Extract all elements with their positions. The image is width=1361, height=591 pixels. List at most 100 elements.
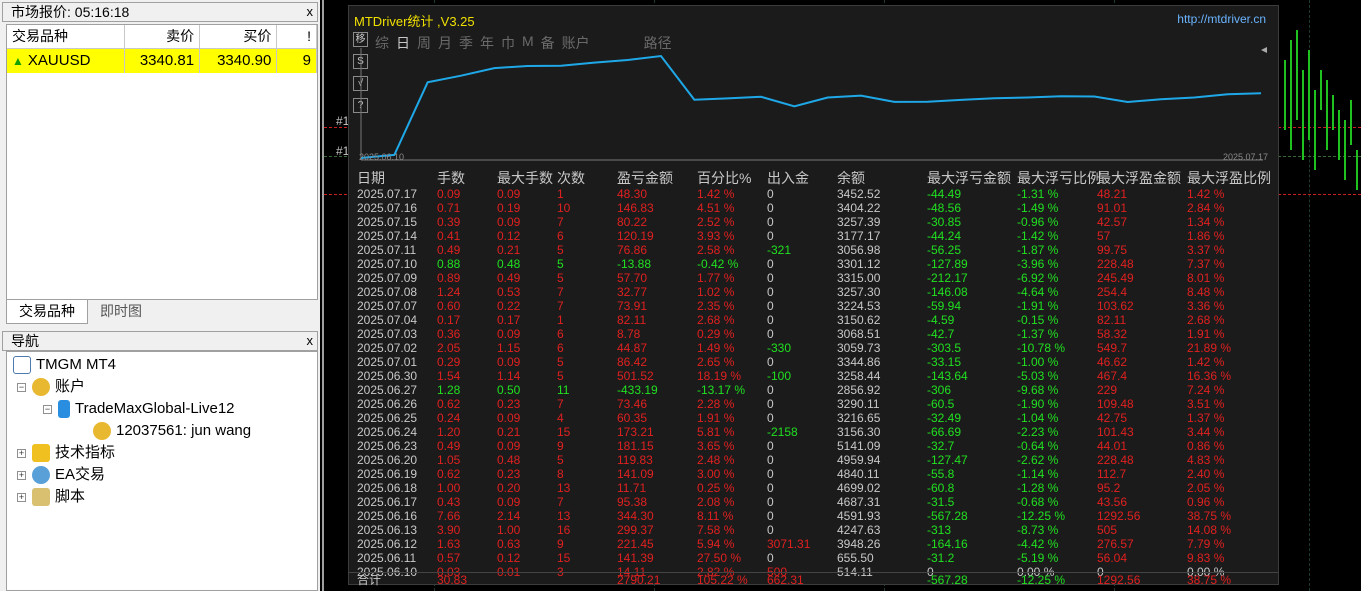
cell-balance: 3150.62: [837, 313, 881, 327]
cell-count: 16: [557, 523, 571, 537]
indicator-icon: [32, 444, 50, 462]
cell-max-float-loss-pct: -1.90 %: [1017, 397, 1059, 411]
column-header: 最大浮亏金额: [927, 170, 1011, 186]
curve-end-marker: [1261, 47, 1267, 53]
cell-deposit: 3071.31: [767, 537, 811, 551]
server-icon: [58, 400, 70, 418]
collapse-icon[interactable]: −: [17, 382, 26, 392]
cell-max-float-loss-pct: -9.68 %: [1017, 383, 1059, 397]
cell-lots: 0.89: [437, 271, 461, 285]
cell-count: 7: [557, 215, 564, 229]
tree-item-account[interactable]: 12037561: jun wang: [93, 420, 251, 442]
cell-max-lots: 0.21: [497, 243, 521, 257]
expand-icon[interactable]: +: [17, 492, 26, 502]
cell-max-float-loss: -60.8: [927, 481, 955, 495]
tree-item-accounts[interactable]: − 账户: [17, 376, 85, 398]
cell-lots: 0.09: [437, 187, 461, 201]
tree-item-mt4[interactable]: TMGM MT4: [13, 354, 116, 376]
cell-deposit: 0: [767, 271, 774, 285]
col-ask[interactable]: 买价: [200, 25, 278, 48]
cell-lots: 1.20: [437, 425, 461, 439]
col-spread[interactable]: !: [277, 25, 317, 48]
close-icon[interactable]: x: [307, 332, 314, 350]
column-header: 最大浮亏比例: [1017, 170, 1101, 186]
cell-max-float-profit: 46.62: [1097, 355, 1128, 369]
panel-url-link[interactable]: http://mtdriver.cn: [1177, 12, 1266, 26]
panel-title: MTDriver统计 ,V3.25: [354, 14, 475, 29]
cell-lots: 0.43: [437, 495, 461, 509]
cell-count: 13: [557, 509, 571, 523]
col-symbol[interactable]: 交易品种: [7, 25, 125, 48]
cell-pnl: -13.88: [617, 257, 652, 271]
cell-lots: 1.54: [437, 369, 461, 383]
cell-max-lots: 0.21: [497, 425, 521, 439]
col-bid[interactable]: 卖价: [125, 25, 201, 48]
cell-max-lots: 0.09: [497, 187, 521, 201]
cell-lots: 1.00: [437, 481, 461, 495]
cell-deposit: 0: [767, 397, 774, 411]
navigator-title-bar[interactable]: 导航 x: [2, 331, 318, 351]
tree-item-scripts[interactable]: + 脚本: [17, 486, 85, 508]
cell-pnl: 11.71: [617, 481, 647, 495]
cell-balance: 3056.98: [837, 243, 881, 257]
cell-max-float-loss: -31.5: [927, 495, 955, 509]
balance-curve-chart: [360, 47, 1267, 161]
cell-count: 6: [557, 341, 564, 355]
cell-max-float-loss: -313: [927, 523, 952, 537]
cell-pnl: 82.11: [617, 313, 647, 327]
cell-max-float-profit-pct: 1.34 %: [1187, 215, 1225, 229]
expand-icon[interactable]: +: [17, 470, 26, 480]
cell-pct: 7.58 %: [697, 523, 735, 537]
cell-max-lots: 0.09: [497, 495, 521, 509]
candle: [1290, 40, 1292, 150]
total-max-loss-pct: -12.25 %: [1017, 573, 1066, 587]
candle: [1344, 120, 1346, 180]
cell-deposit: 0: [767, 187, 774, 201]
cell-count: 11: [557, 383, 570, 397]
cell-balance: 3177.17: [837, 229, 881, 243]
tab-symbols[interactable]: 交易品种: [6, 300, 88, 324]
cell-pct: 3.00 %: [697, 467, 735, 481]
cell-max-float-profit-pct: 14.08 %: [1187, 523, 1232, 537]
cell-pnl: -433.19: [617, 383, 658, 397]
cell-deposit: 0: [767, 285, 774, 299]
cell-date: 2025.07.16: [357, 201, 418, 215]
tree-item-server[interactable]: − TradeMaxGlobal-Live12: [43, 398, 235, 420]
cell-lots: 1.28: [437, 383, 461, 397]
expand-icon[interactable]: +: [17, 448, 26, 458]
market-watch-title-bar[interactable]: 市场报价: 05:16:18 x: [2, 2, 318, 22]
cell-max-float-loss: -59.94: [927, 299, 962, 313]
total-max-profit-pct: 38.75 %: [1187, 573, 1232, 587]
cell-lots: 0.39: [437, 215, 461, 229]
cell-deposit: 0: [767, 201, 774, 215]
cell-date: 2025.06.12: [357, 537, 418, 551]
cell-max-float-profit-pct: 2.40 %: [1187, 467, 1225, 481]
cell-max-lots: 1.15: [497, 341, 521, 355]
cell-pct: 2.58 %: [697, 243, 735, 257]
cell-max-float-loss: -42.7: [927, 327, 955, 341]
symbol-row[interactable]: ▲ XAUUSD 3340.81 3340.90 9: [7, 49, 317, 73]
tree-item-indicators[interactable]: + 技术指标: [17, 442, 115, 464]
close-icon[interactable]: x: [307, 3, 314, 21]
tab-tick-chart[interactable]: 即时图: [88, 300, 154, 324]
cell-date: 2025.07.17: [357, 187, 418, 201]
cell-max-float-profit: 228.48: [1097, 257, 1134, 271]
terminal-icon: [13, 356, 31, 374]
cell-pct: 0.25 %: [697, 481, 735, 495]
cell-max-float-loss: -146.08: [927, 285, 968, 299]
cell-balance: 4247.63: [837, 523, 881, 537]
left-pane: 市场报价: 05:16:18 x 交易品种 卖价 买价 ! ▲ XAUUSD 33…: [0, 0, 320, 591]
cell-date: 2025.06.26: [357, 397, 418, 411]
tree-item-experts[interactable]: + EA交易: [17, 464, 105, 486]
cell-lots: 1.24: [437, 285, 461, 299]
cell-max-float-profit-pct: 0.96 %: [1187, 495, 1225, 509]
collapse-icon[interactable]: −: [43, 404, 52, 414]
cell-balance: 3344.86: [837, 355, 881, 369]
cell-max-float-profit-pct: 8.01 %: [1187, 271, 1225, 285]
cell-pct: 2.48 %: [697, 453, 735, 467]
cell-count: 5: [557, 369, 564, 383]
move-button[interactable]: 移: [353, 32, 368, 47]
price-chart[interactable]: #1 #1 MTDriver统计 ,V3.25 http://mtdriver.…: [322, 0, 1361, 591]
script-icon: [32, 488, 50, 506]
cell-max-float-loss: -33.15: [927, 355, 962, 369]
